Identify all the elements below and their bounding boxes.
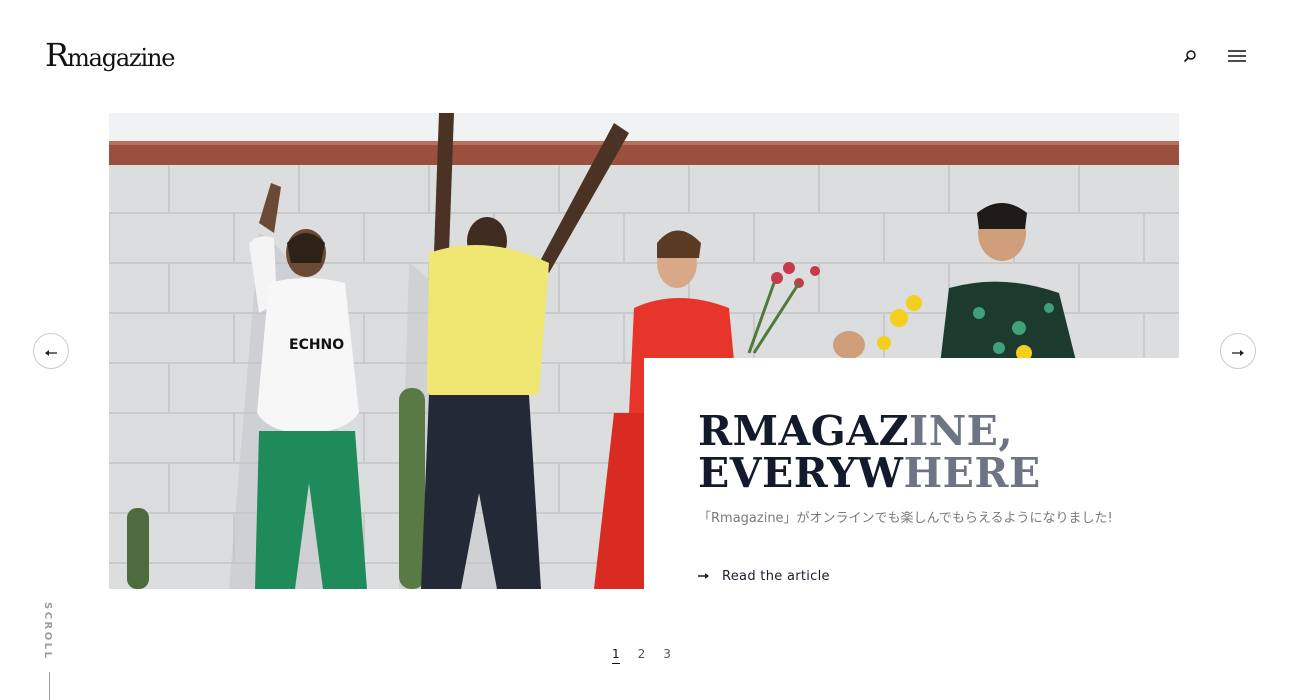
page-2-button[interactable]: 2 [638,647,646,664]
page-1-button[interactable]: 1 [612,647,620,664]
carousel-prev-button[interactable] [33,333,69,369]
carousel-next-button[interactable] [1220,333,1256,369]
search-icon[interactable] [1180,46,1200,66]
site-logo[interactable]: Rmagazine [45,36,175,74]
scroll-indicator-line [49,672,50,700]
scroll-indicator-label: SCROLL [42,602,53,661]
svg-text:ECHNO: ECHNO [289,337,344,353]
arrow-left-icon [44,342,58,361]
article-description: 「Rmagazine」がオンラインでも楽しんでもらえるようになりました! [698,511,1113,526]
article-title[interactable]: RMAGAZINE, EVERYWHERE [698,410,1041,494]
logo-wordmark: magazine [67,44,175,72]
read-article-link[interactable]: Read the article [698,569,830,584]
arrow-right-icon [698,569,710,584]
hamburger-menu-icon[interactable] [1226,46,1248,66]
logo-initial: R [45,36,69,74]
read-article-label: Read the article [722,569,830,584]
carousel-pagination: 1 2 3 [612,647,671,664]
page-3-button[interactable]: 3 [663,647,671,664]
article-card: RMAGAZINE, EVERYWHERE 「Rmagazine」がオンラインで… [644,358,1179,589]
arrow-right-icon [1231,342,1245,361]
